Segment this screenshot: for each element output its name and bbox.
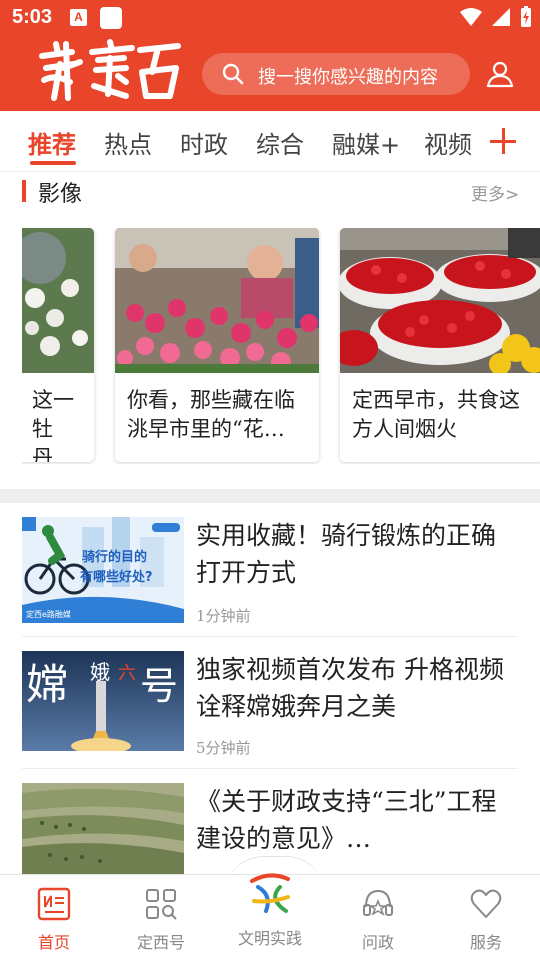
thumb-char-2: 娥 xyxy=(90,660,110,684)
nav-wenzheng[interactable]: 问政 xyxy=(333,887,423,953)
nav-dingxi-label: 定西号 xyxy=(136,933,185,952)
news-title: 实用收藏！骑行锻炼的正确打开方式 xyxy=(196,521,497,587)
nav-home[interactable]: 首页 xyxy=(9,887,99,953)
card-image-flower-market xyxy=(115,228,319,373)
row-divider xyxy=(22,768,518,769)
nav-service[interactable]: 服务 xyxy=(441,887,531,953)
news-item[interactable]: 嫦 娥 六 号 独家视频首次发布 升格视频诠释嫦娥奔月之美 5分钟前 xyxy=(22,651,518,757)
status-time: 5:03 xyxy=(12,6,53,28)
nav-dingxi-hao[interactable]: 定西号 xyxy=(116,887,206,953)
thumb-char-3: 六 xyxy=(118,663,136,684)
search-bar[interactable]: 搜一搜你感兴趣的内容 xyxy=(202,53,470,95)
news-time: 5分钟前 xyxy=(196,739,251,757)
news-time: 1分钟前 xyxy=(196,607,251,625)
battery-icon xyxy=(521,6,531,27)
gallery-card[interactable]: 你看，那些藏在临洮早市里的“花… xyxy=(115,228,319,462)
tab-general[interactable]: 综合 xyxy=(256,125,304,160)
gallery-card[interactable]: 定西早市，共食这方人间烟火 xyxy=(340,228,540,462)
tab-recommend[interactable]: 推荐 xyxy=(28,125,76,160)
card-caption-text: 这一 牡丹… xyxy=(32,388,74,462)
user-profile-icon[interactable] xyxy=(486,60,514,88)
thumb-char-1: 嫦 xyxy=(26,660,68,709)
search-placeholder: 搜一搜你感兴趣的内容 xyxy=(258,67,438,88)
row-divider xyxy=(22,636,518,637)
heart-icon xyxy=(470,889,502,918)
tab-politics[interactable]: 时政 xyxy=(180,125,228,160)
tab-video[interactable]: 视频 xyxy=(424,125,472,160)
signal-icon xyxy=(492,8,510,26)
app-logo xyxy=(39,39,181,101)
news-thumb-terraces xyxy=(22,783,184,875)
headset-icon xyxy=(363,889,393,916)
nav-service-label: 服务 xyxy=(469,933,502,952)
thumb-text-1: 骑行的目的 xyxy=(82,549,147,565)
news-title: 《关于财政支持“三北”工程建设的意见》… xyxy=(196,787,497,853)
thumb-tag: 定西e路融媒 xyxy=(26,609,71,619)
news-item[interactable]: 骑行的目的 有哪些好处? 定西e路融媒 实用收藏！骑行锻炼的正确打开方式 1分钟… xyxy=(22,517,518,625)
newspaper-icon xyxy=(37,887,71,921)
nav-civilization-label: 文明实践 xyxy=(237,929,302,948)
card-caption: 这一 牡丹… xyxy=(32,386,92,462)
gallery-card[interactable]: 这一 牡丹… xyxy=(22,228,94,462)
tab-media[interactable]: 融媒+ xyxy=(332,125,400,160)
more-link[interactable]: 更多> xyxy=(471,180,519,205)
section-title: 影像 xyxy=(38,182,83,207)
thumb-text-2: 有哪些好处? xyxy=(80,569,153,585)
app-header: 5:03 A 搜一搜你感兴趣的内容 xyxy=(0,0,540,111)
add-channel-button[interactable] xyxy=(478,111,540,171)
nav-home-label: 首页 xyxy=(37,933,70,952)
active-tab-indicator xyxy=(30,161,76,165)
section-divider xyxy=(0,489,540,503)
news-thumb-cycling: 骑行的目的 有哪些好处? 定西e路融媒 xyxy=(22,517,184,623)
card-image-peony xyxy=(22,228,94,373)
wifi-icon xyxy=(460,8,482,26)
news-thumb-change: 嫦 娥 六 号 xyxy=(22,651,184,751)
nav-civilization[interactable]: 文明实践 xyxy=(225,867,315,949)
app-notification-icon-2 xyxy=(100,7,122,29)
news-title: 独家视频首次发布 升格视频诠释嫦娥奔月之美 xyxy=(196,655,504,721)
bottom-nav: 首页 定西号 文明实践 问政 服务 xyxy=(0,873,540,960)
tab-hot[interactable]: 热点 xyxy=(104,125,152,160)
wenming-logo-icon xyxy=(250,873,290,913)
app-notification-icon: A xyxy=(70,9,87,26)
nav-wenzheng-label: 问政 xyxy=(361,933,394,952)
card-image-cherries xyxy=(340,228,540,373)
card-caption: 定西早市，共食这方人间烟火 xyxy=(352,388,520,441)
thumb-char-4: 号 xyxy=(140,664,178,708)
channel-tabs: 推荐 热点 时政 综合 融媒+ 视频 xyxy=(0,111,540,172)
status-bar: 5:03 A xyxy=(0,0,540,36)
grid-search-icon xyxy=(146,889,177,920)
search-icon xyxy=(222,63,244,85)
section-marker xyxy=(22,180,26,202)
card-caption: 你看，那些藏在临洮早市里的“花… xyxy=(127,388,295,441)
image-carousel[interactable]: 这一 牡丹… 你看，那些藏在临洮早市里的“花… 定西早市，共食这方人间烟火 xyxy=(22,228,540,464)
